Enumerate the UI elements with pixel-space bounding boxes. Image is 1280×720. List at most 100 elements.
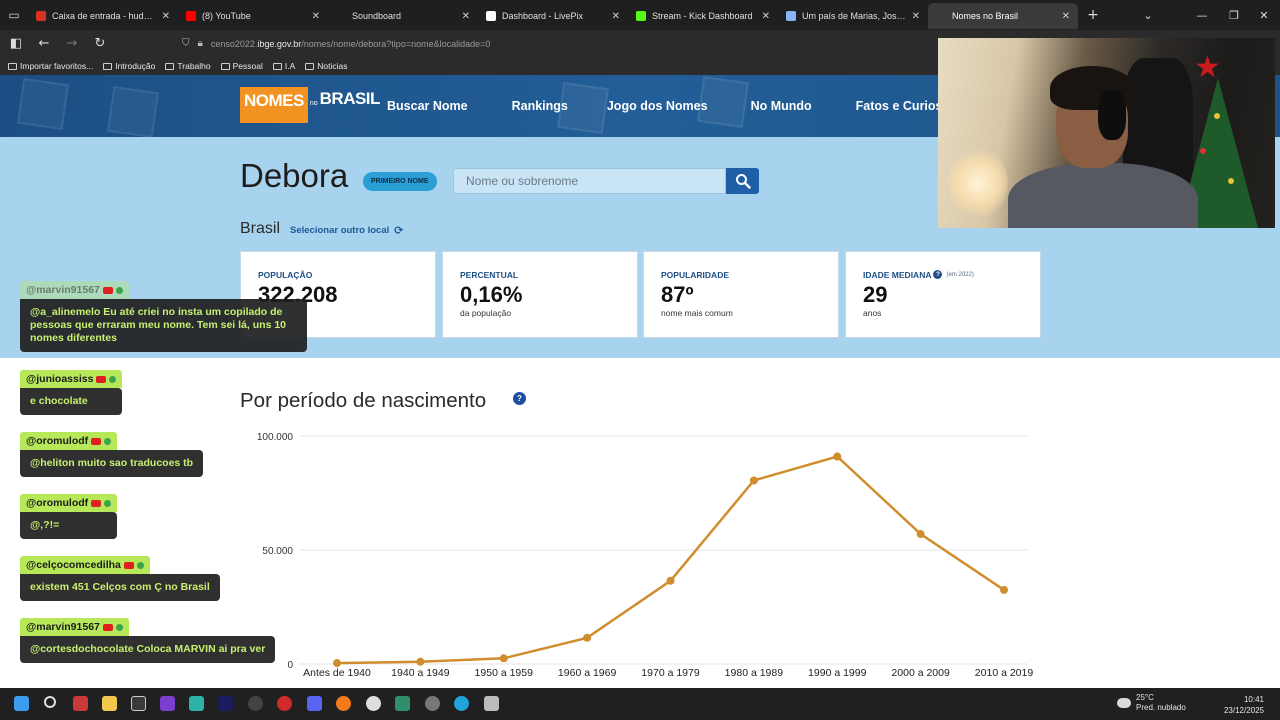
settings-icon[interactable] bbox=[366, 696, 381, 711]
forward-icon[interactable]: → bbox=[60, 32, 84, 56]
app-icon[interactable] bbox=[248, 696, 263, 711]
chat-username-text: @oromulodf bbox=[26, 497, 89, 509]
start-icon[interactable] bbox=[14, 696, 29, 711]
tab-title: Caixa de entrada - hudsonfabio bbox=[52, 11, 156, 21]
logo-no: no bbox=[309, 100, 318, 107]
browser-tab[interactable]: Dashboard - LivePix ✕ bbox=[478, 3, 628, 29]
reload-icon[interactable]: ↻ bbox=[88, 32, 112, 56]
youtube-icon bbox=[102, 623, 113, 631]
tab-actions-icon[interactable]: ▭ bbox=[0, 0, 28, 30]
search-button[interactable] bbox=[726, 168, 759, 194]
sidebar-toggle-icon[interactable]: ◧ bbox=[4, 32, 28, 56]
firefox-icon[interactable] bbox=[336, 696, 351, 711]
help-icon[interactable]: ? bbox=[933, 270, 943, 279]
bookmark-item[interactable]: I.A bbox=[272, 61, 295, 71]
new-tab-button[interactable]: + bbox=[1078, 7, 1108, 23]
chat-message: @junioassiss e chocolate bbox=[20, 369, 123, 415]
browser-tab[interactable]: (8) YouTube ✕ bbox=[178, 3, 328, 29]
tab-close-icon[interactable]: ✕ bbox=[612, 11, 620, 22]
notion-icon[interactable] bbox=[131, 696, 146, 711]
browser-tab[interactable]: Soundboard ✕ bbox=[328, 3, 478, 29]
kick-icon bbox=[109, 375, 117, 383]
tab-close-icon[interactable]: ✕ bbox=[162, 11, 170, 22]
logo-brasil: BRASIL bbox=[319, 89, 381, 108]
tab-favicon-icon bbox=[936, 11, 946, 21]
search-icon bbox=[735, 174, 751, 189]
tab-close-icon[interactable]: ✕ bbox=[462, 11, 470, 22]
app-icon[interactable] bbox=[484, 696, 499, 711]
tab-close-icon[interactable]: ✕ bbox=[912, 11, 920, 22]
nav-item[interactable]: Jogo dos Nomes bbox=[607, 99, 708, 113]
edge-icon[interactable] bbox=[454, 696, 469, 711]
tab-close-icon[interactable]: ✕ bbox=[312, 11, 320, 22]
discord-icon[interactable] bbox=[307, 696, 322, 711]
minimize-icon[interactable]: — bbox=[1186, 0, 1218, 30]
bookmark-item[interactable]: Introdução bbox=[103, 61, 155, 71]
weather-widget[interactable]: 25°C Pred. nublado bbox=[1117, 693, 1186, 713]
search-input[interactable]: Nome ou sobrenome bbox=[453, 168, 726, 194]
url-prefix: censo2022. bbox=[210, 38, 258, 49]
browser-tab-bar: ▭ Caixa de entrada - hudsonfabio✕(8) You… bbox=[0, 0, 1280, 30]
bookmark-label: Noticias bbox=[317, 61, 348, 71]
browser-tab[interactable]: Um país de Marias, Josés, Silvas ✕ bbox=[778, 3, 928, 29]
chat-message-text: e chocolate bbox=[20, 388, 123, 415]
clock[interactable]: 10:41 23/12/2025 bbox=[1224, 694, 1264, 716]
maximize-icon[interactable]: ❐ bbox=[1218, 0, 1250, 30]
back-icon[interactable]: ← bbox=[32, 32, 56, 56]
obs-icon[interactable] bbox=[425, 696, 440, 711]
x-tick-label: Antes de 1940 bbox=[303, 667, 371, 679]
site-logo[interactable]: NOMES no BRASIL bbox=[240, 87, 380, 123]
x-tick-label: 1960 a 1969 bbox=[558, 667, 617, 679]
stat-label-text: POPULARIDADE bbox=[661, 270, 730, 280]
chat-username: @oromulodf bbox=[20, 494, 118, 512]
app-icon[interactable] bbox=[160, 696, 175, 711]
header-decoration bbox=[107, 86, 159, 137]
app-icon[interactable] bbox=[277, 696, 292, 711]
temperature: 25°C bbox=[1136, 693, 1154, 702]
browser-tab[interactable]: Stream - Kick Dashboard ✕ bbox=[628, 3, 778, 29]
ornament bbox=[1200, 148, 1206, 154]
location-label: Brasil bbox=[240, 220, 281, 237]
select-location-label: Selecionar outro local bbox=[290, 225, 390, 236]
stat-value: 29 bbox=[863, 282, 888, 307]
app-icon[interactable] bbox=[73, 696, 88, 711]
bookmark-item[interactable]: Noticias bbox=[305, 61, 348, 71]
search-taskbar-icon[interactable] bbox=[44, 696, 56, 708]
data-point bbox=[666, 576, 675, 585]
browser-tab[interactable]: Nomes no Brasil ✕ bbox=[928, 3, 1078, 29]
kick-icon bbox=[115, 286, 123, 294]
close-window-icon[interactable]: ✕ bbox=[1248, 0, 1280, 30]
bookmark-item[interactable]: Importar favoritos... bbox=[8, 61, 93, 71]
file-explorer-icon[interactable] bbox=[102, 696, 117, 711]
x-tick-label: 1950 a 1959 bbox=[475, 667, 534, 679]
tab-close-icon[interactable]: ✕ bbox=[1062, 11, 1070, 22]
nav-item[interactable]: No Mundo bbox=[751, 99, 812, 113]
browser-tab[interactable]: Caixa de entrada - hudsonfabio ✕ bbox=[28, 3, 178, 29]
stat-card: PERCENTUAL 0,16% da população bbox=[442, 251, 638, 338]
clock-time: 10:41 bbox=[1243, 695, 1264, 704]
site-info-icon[interactable]: ⛉ bbox=[182, 38, 190, 49]
ornament bbox=[1228, 178, 1234, 184]
stat-value: 87º bbox=[661, 282, 694, 307]
help-icon[interactable]: ? bbox=[513, 392, 526, 405]
nav-item[interactable]: Rankings bbox=[512, 99, 568, 113]
select-location-link[interactable]: Selecionar outro local ⟳ bbox=[290, 224, 403, 237]
tab-favicon-icon bbox=[636, 11, 646, 21]
stat-card: IDADE MEDIANA? (em 2022) 29 anos bbox=[845, 251, 1041, 338]
chat-username-text: @marvin91567 bbox=[26, 284, 100, 296]
nav-item[interactable]: Buscar Nome bbox=[387, 99, 468, 113]
app-icon[interactable] bbox=[189, 696, 204, 711]
x-tick-label: 2000 a 2009 bbox=[891, 667, 950, 679]
bookmark-item[interactable]: Trabalho bbox=[165, 61, 211, 71]
chat-username: @junioassiss bbox=[20, 370, 123, 388]
bookmark-label: Pessoal bbox=[232, 61, 263, 71]
tab-close-icon[interactable]: ✕ bbox=[762, 11, 770, 22]
tab-search-icon[interactable]: ⌄ bbox=[1132, 0, 1164, 30]
app-icon[interactable] bbox=[395, 696, 410, 711]
url-field[interactable]: ⛉ 🔒︎ censo2022.ibge.gov.br/nomes/nome/de… bbox=[182, 38, 490, 49]
y-tick-label: 0 bbox=[287, 660, 293, 671]
site-nav: Buscar Nome Rankings Jogo dos Nomes No Mund… bbox=[387, 99, 982, 113]
premiere-icon[interactable] bbox=[218, 696, 233, 711]
bookmark-item[interactable]: Pessoal bbox=[220, 61, 263, 71]
cloud-icon bbox=[1117, 698, 1131, 708]
